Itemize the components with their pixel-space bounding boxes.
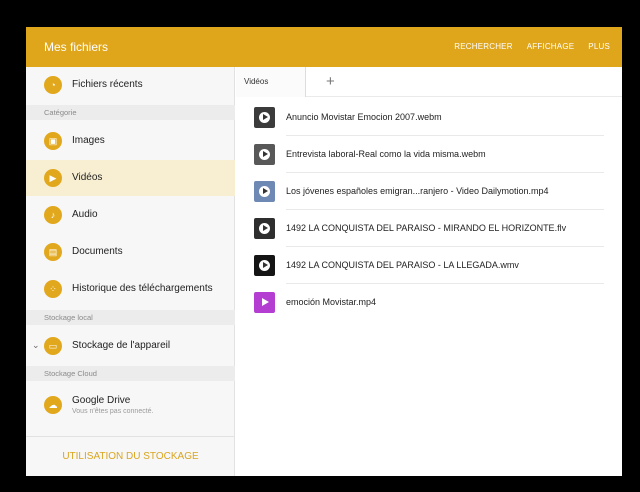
sidebar-item-downloads[interactable]: ⁘ Historique des téléchargements — [26, 271, 235, 307]
file-name: emoción Movistar.mp4 — [286, 297, 377, 307]
download-history-icon: ⁘ — [44, 280, 62, 298]
sidebar-item-images[interactable]: ▣ Images — [26, 123, 235, 159]
tab-videos[interactable]: Vidéos — [236, 67, 306, 97]
video-thumbnail-icon — [254, 144, 275, 165]
file-name: Entrevista laboral-Real como la vida mis… — [286, 149, 486, 159]
add-tab-icon[interactable]: + — [326, 73, 335, 90]
music-note-icon: ♪ — [44, 206, 62, 224]
cloud-icon: ☁ — [44, 396, 62, 414]
app-bar-actions: RECHERCHER AFFICHAGE PLUS — [454, 42, 610, 51]
app-bar: Mes fichiers RECHERCHER AFFICHAGE PLUS — [26, 27, 622, 67]
view-action[interactable]: AFFICHAGE — [527, 42, 575, 51]
more-action[interactable]: PLUS — [588, 42, 610, 51]
video-icon: ▶ — [44, 169, 62, 187]
sidebar-item-label: Documents — [72, 246, 123, 257]
section-header-category: Catégorie — [26, 105, 235, 120]
file-row[interactable]: emoción Movistar.mp4 — [236, 284, 622, 321]
sidebar-item-google-drive[interactable]: ☁ Google Drive Vous n'êtes pas connecté. — [26, 385, 235, 427]
file-row[interactable]: Los jóvenes españoles emigran...ranjero … — [236, 173, 622, 210]
sidebar-item-label: Stockage de l'appareil — [72, 340, 171, 351]
sidebar-item-label: Google Drive — [72, 395, 131, 406]
play-icon — [254, 292, 275, 313]
video-thumbnail-icon — [254, 107, 275, 128]
tab-bar: Vidéos + — [236, 67, 622, 97]
sidebar-item-label: Audio — [72, 209, 98, 220]
device-storage-icon: ▭ — [44, 337, 62, 355]
search-action[interactable]: RECHERCHER — [454, 42, 512, 51]
sidebar-item-device-storage[interactable]: ⌄ ▭ Stockage de l'appareil — [26, 328, 235, 364]
video-thumbnail-icon — [254, 255, 275, 276]
file-row[interactable]: 1492 LA CONQUISTA DEL PARAISO - MIRANDO … — [236, 210, 622, 247]
storage-usage-button[interactable]: UTILISATION DU STOCKAGE — [26, 436, 235, 476]
chevron-down-icon[interactable]: ⌄ — [32, 340, 40, 351]
sidebar-item-label: Fichiers récents — [72, 79, 143, 90]
file-name: Anuncio Movistar Emocion 2007.webm — [286, 112, 442, 122]
document-icon: ▤ — [44, 243, 62, 261]
sidebar-item-label: Images — [72, 135, 105, 146]
section-header-cloud-storage: Stockage Cloud — [26, 366, 235, 381]
file-name: Los jóvenes españoles emigran...ranjero … — [286, 186, 549, 196]
video-thumbnail-icon — [254, 181, 275, 202]
sidebar: ◔ Fichiers récents Catégorie ▣ Images ▶ … — [26, 67, 235, 476]
sidebar-item-label: Historique des téléchargements — [72, 283, 213, 294]
sidebar-item-videos[interactable]: ▶ Vidéos — [26, 160, 235, 196]
app-title: Mes fichiers — [44, 40, 109, 54]
clock-icon: ◔ — [44, 76, 62, 94]
sidebar-item-recent[interactable]: ◔ Fichiers récents — [26, 67, 235, 103]
sidebar-item-documents[interactable]: ▤ Documents — [26, 234, 235, 270]
section-header-local-storage: Stockage local — [26, 310, 235, 325]
file-name: 1492 LA CONQUISTA DEL PARAISO - LA LLEGA… — [286, 260, 519, 270]
sidebar-item-label: Vidéos — [72, 172, 103, 183]
file-row[interactable]: Anuncio Movistar Emocion 2007.webm — [236, 99, 622, 136]
sidebar-item-status: Vous n'êtes pas connecté. — [72, 408, 154, 415]
image-icon: ▣ — [44, 132, 62, 150]
file-name: 1492 LA CONQUISTA DEL PARAISO - MIRANDO … — [286, 223, 567, 233]
sidebar-item-audio[interactable]: ♪ Audio — [26, 197, 235, 233]
tablet-screen: Mes fichiers RECHERCHER AFFICHAGE PLUS ◔… — [26, 27, 622, 476]
video-thumbnail-icon — [254, 218, 275, 239]
file-row[interactable]: 1492 LA CONQUISTA DEL PARAISO - LA LLEGA… — [236, 247, 622, 284]
file-row[interactable]: Entrevista laboral-Real como la vida mis… — [236, 136, 622, 173]
